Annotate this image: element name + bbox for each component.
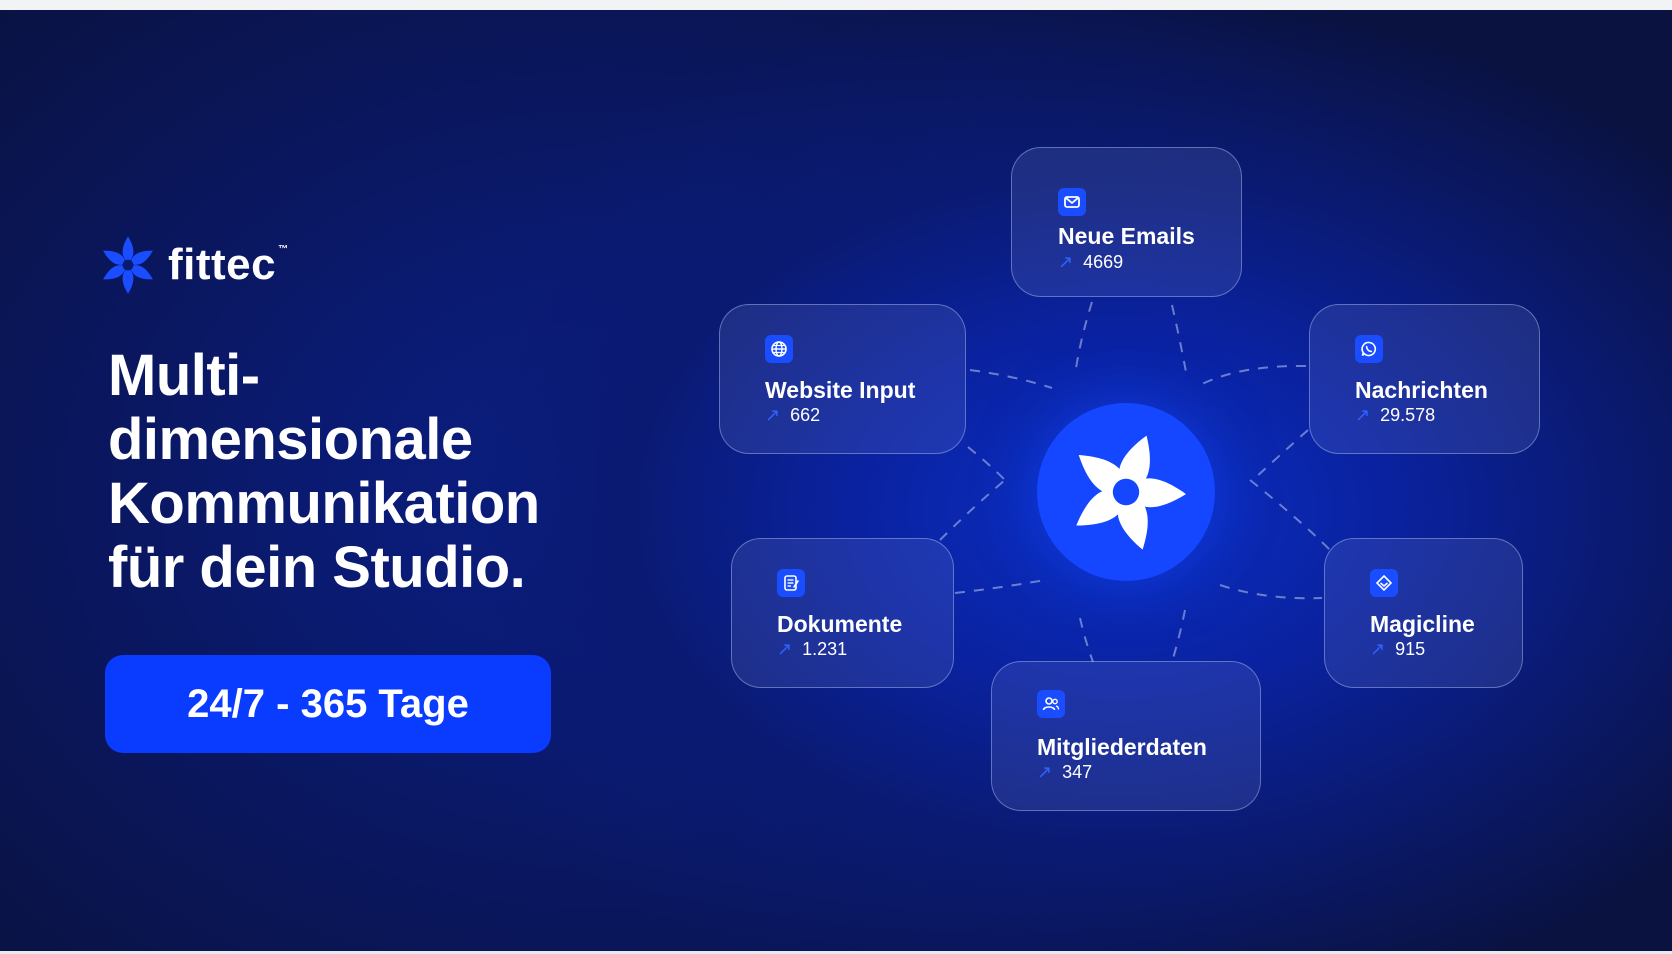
channel-title: Nachrichten [1355,377,1488,403]
arrow-up-right-icon: ↗ [1037,762,1053,782]
trademark-symbol: ™ [278,243,289,255]
arrow-up-right-icon: ↗ [1370,639,1386,659]
channel-stat: ↗ 4669 [1058,252,1123,273]
channel-card-members[interactable]: Mitgliederdaten ↗ 347 [991,661,1261,811]
channel-value: 662 [790,405,821,425]
headline: Multi- dimensionale Kommunikation für de… [108,344,668,600]
channel-value: 1.231 [802,639,848,659]
channel-title: Neue Emails [1058,223,1195,249]
channel-value: 29.578 [1380,405,1436,425]
fittec-star-logo-icon [1076,435,1186,550]
arrow-up-right-icon: ↗ [1058,252,1074,272]
central-hub [1037,403,1215,581]
channel-stat: ↗ 662 [765,405,820,426]
whatsapp-icon [1355,335,1383,363]
channel-title: Website Input [765,377,916,403]
channel-card-emails[interactable]: Neue Emails ↗ 4669 [1011,147,1242,297]
magicline-icon [1370,569,1398,597]
channel-value: 347 [1062,762,1093,782]
arrow-up-right-icon: ↗ [1355,405,1371,425]
hero-banner: fittec ™ Multi- dimensionale Kommunikati… [0,10,1672,954]
channel-card-messages[interactable]: Nachrichten ↗ 29.578 [1309,304,1540,454]
headline-line-1: Multi- [108,343,260,408]
document-icon [777,569,805,597]
availability-button[interactable]: 24/7 - 365 Tage [105,655,551,753]
arrow-up-right-icon: ↗ [765,405,781,425]
users-icon [1037,690,1065,718]
mail-icon [1058,188,1086,216]
channel-value: 4669 [1083,252,1124,272]
channel-stat: ↗ 29.578 [1355,405,1435,426]
channel-card-website[interactable]: Website Input ↗ 662 [719,304,966,454]
fittec-star-logo-icon [103,236,153,294]
channel-title: Magicline [1370,611,1475,637]
channel-stat: ↗ 1.231 [777,639,847,660]
channel-title: Mitgliederdaten [1037,734,1207,760]
channel-stat: ↗ 347 [1037,762,1092,783]
headline-line-2: dimensionale [108,407,473,472]
globe-icon [765,335,793,363]
channel-card-documents[interactable]: Dokumente ↗ 1.231 [731,538,954,688]
channel-card-magicline[interactable]: Magicline ↗ 915 [1324,538,1523,688]
channel-value: 915 [1395,639,1426,659]
headline-line-4: für dein Studio. [108,535,526,600]
channel-title: Dokumente [777,611,903,637]
arrow-up-right-icon: ↗ [777,639,793,659]
brand-logo: fittec ™ [98,232,288,298]
headline-line-3: Kommunikation [108,471,540,536]
brand-name: fittec [168,240,277,289]
channel-stat: ↗ 915 [1370,639,1425,660]
